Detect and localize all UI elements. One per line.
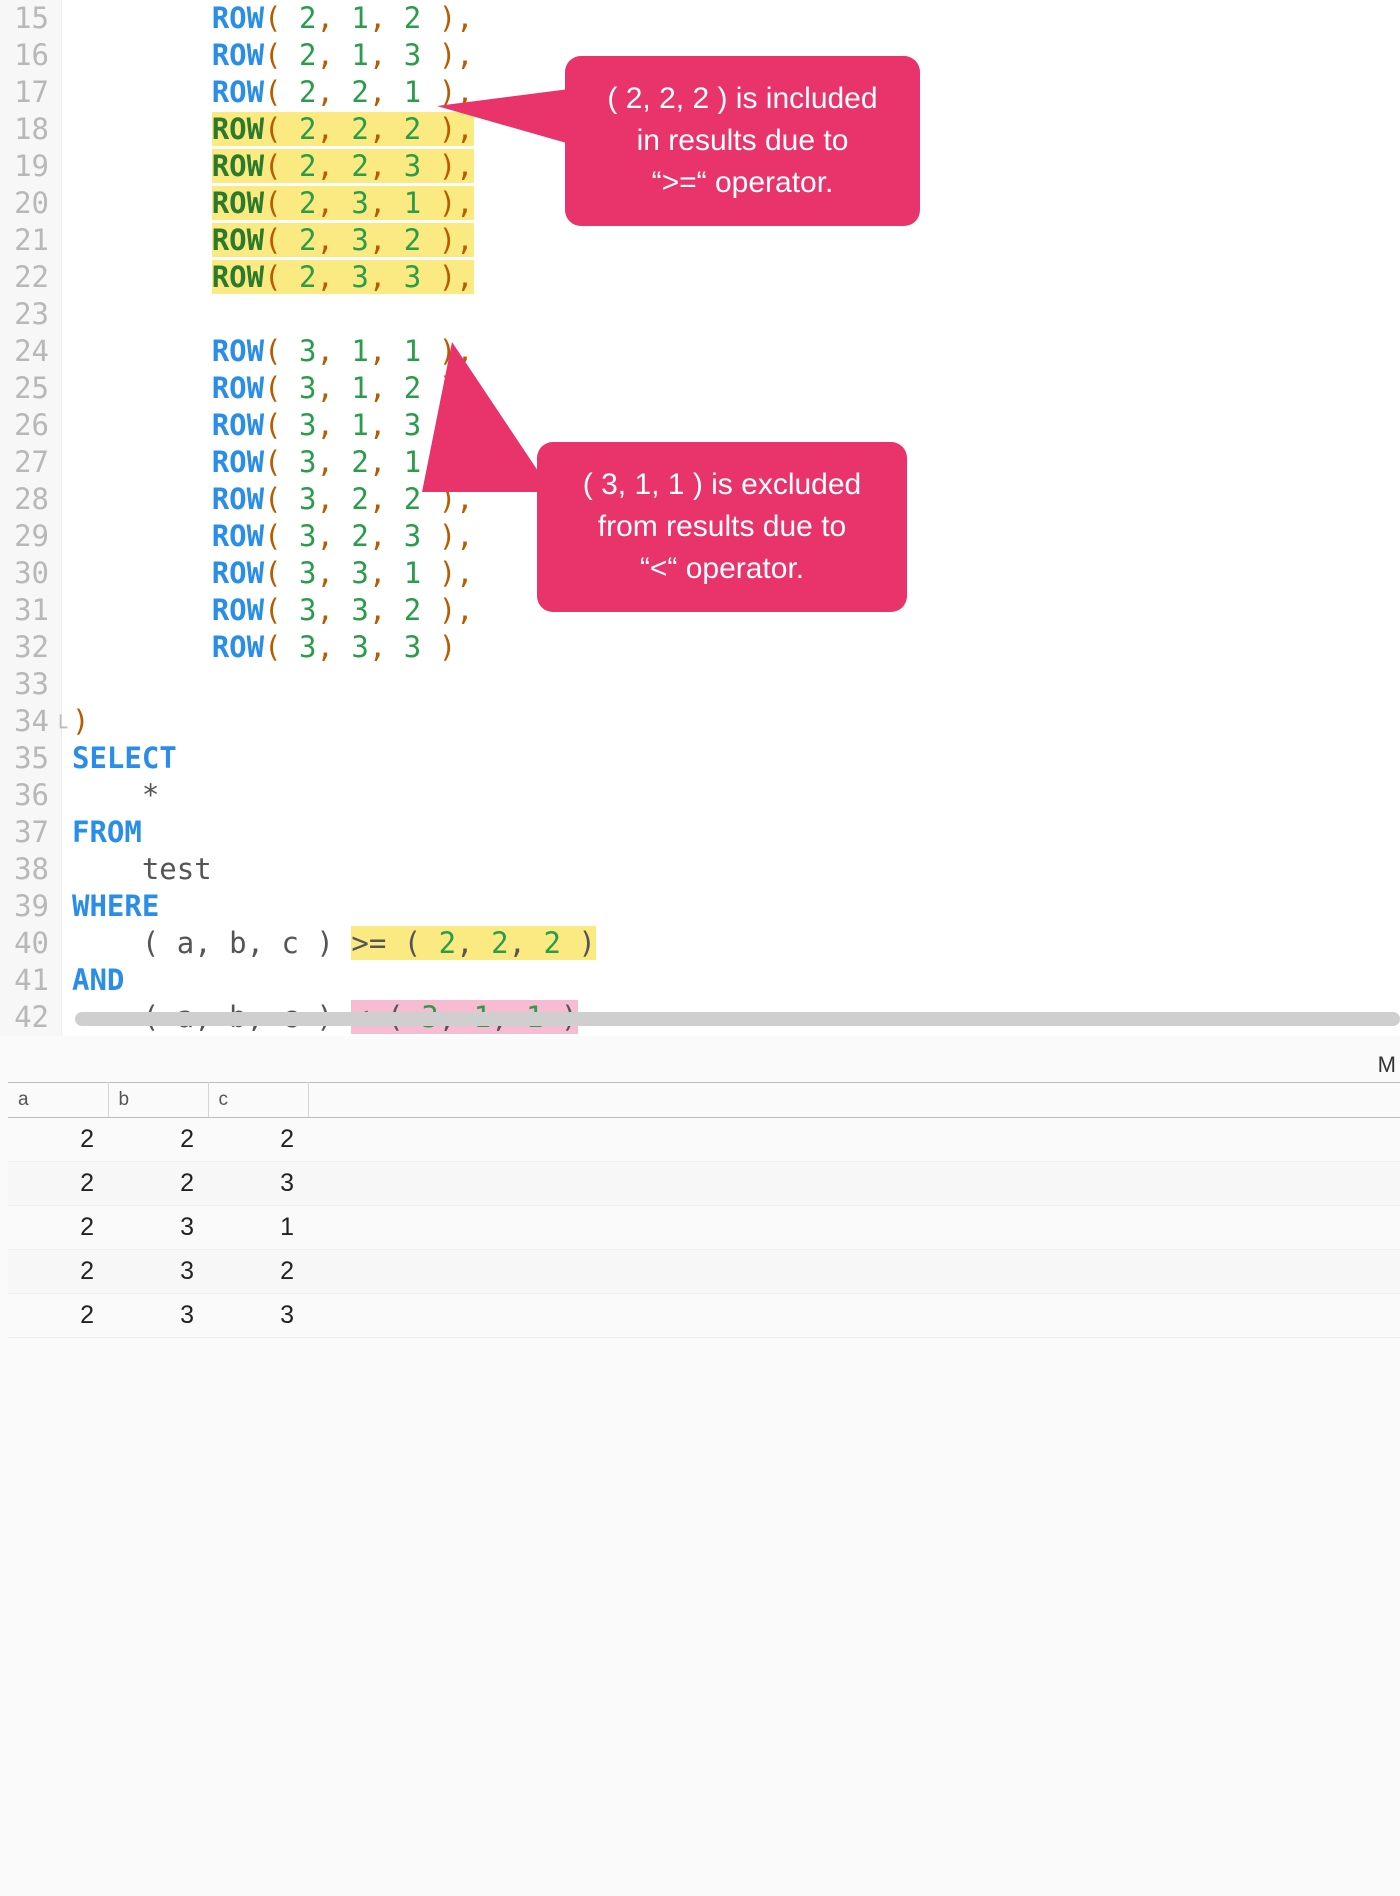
code-line[interactable]: ( a, b, c ) >= ( 2, 2, 2 )	[72, 925, 1400, 962]
code-line[interactable]: ROW( 2, 3, 2 ),	[72, 222, 1400, 259]
table-cell[interactable]: 2	[108, 1162, 208, 1206]
table-cell-spacer	[308, 1118, 1400, 1162]
line-number-gutter: 1516171819202122232425262728293031323334…	[0, 0, 62, 1036]
callout-text: in results due to	[637, 124, 849, 157]
results-table[interactable]: abc 222223231232233	[8, 1082, 1400, 1338]
line-number: 22	[0, 259, 49, 296]
line-number: 25	[0, 370, 49, 407]
line-number: 16	[0, 37, 49, 74]
line-number: 39	[0, 888, 49, 925]
code-line[interactable]	[72, 666, 1400, 703]
table-cell-spacer	[308, 1162, 1400, 1206]
code-line[interactable]: ROW( 2, 1, 2 ),	[72, 0, 1400, 37]
horizontal-scrollbar[interactable]	[75, 1012, 1400, 1026]
table-cell[interactable]: 2	[8, 1206, 108, 1250]
code-line[interactable]	[72, 296, 1400, 333]
line-number: 27	[0, 444, 49, 481]
table-row[interactable]: 223	[8, 1162, 1400, 1206]
table-cell[interactable]: 3	[108, 1250, 208, 1294]
callout-text: ( 2, 2, 2 ) is included	[607, 82, 877, 115]
line-number: 20	[0, 185, 49, 222]
code-line[interactable]: *	[72, 777, 1400, 814]
table-cell-spacer	[308, 1250, 1400, 1294]
line-number: 19	[0, 148, 49, 185]
callout-text: from results due to	[598, 510, 846, 543]
table-cell[interactable]: 3	[108, 1206, 208, 1250]
line-number: 31	[0, 592, 49, 629]
column-header[interactable]: a	[8, 1083, 108, 1118]
table-row[interactable]: 231	[8, 1206, 1400, 1250]
line-number: 36	[0, 777, 49, 814]
line-number: 28	[0, 481, 49, 518]
line-number: 26	[0, 407, 49, 444]
code-line[interactable]: test	[72, 851, 1400, 888]
callout-tail-icon	[422, 342, 552, 492]
column-header-spacer	[308, 1083, 1400, 1118]
callout-text: “<“ operator.	[640, 552, 804, 585]
panel-indicator: M	[1374, 1048, 1400, 1082]
line-number: 17	[0, 74, 49, 111]
table-cell[interactable]: 3	[108, 1294, 208, 1338]
callout-text: “>=“ operator.	[652, 166, 834, 199]
code-line[interactable]: ROW( 3, 1, 3 ),	[72, 407, 1400, 444]
code-line[interactable]: ROW( 3, 3, 3 )	[72, 629, 1400, 666]
callout-included: ( 2, 2, 2 ) is included in results due t…	[565, 56, 920, 226]
table-cell[interactable]: 3	[208, 1162, 308, 1206]
table-cell[interactable]: 2	[208, 1118, 308, 1162]
table-cell[interactable]: 2	[8, 1162, 108, 1206]
line-number: 34	[0, 703, 49, 740]
column-header[interactable]: b	[108, 1083, 208, 1118]
table-cell[interactable]: 1	[208, 1206, 308, 1250]
table-cell[interactable]: 2	[8, 1250, 108, 1294]
table-cell[interactable]: 2	[108, 1118, 208, 1162]
line-number: 38	[0, 851, 49, 888]
line-number: 15	[0, 0, 49, 37]
table-cell-spacer	[308, 1294, 1400, 1338]
code-line[interactable]: FROM	[72, 814, 1400, 851]
code-line[interactable]: WHERE	[72, 888, 1400, 925]
code-line[interactable]: AND	[72, 962, 1400, 999]
line-number: 37	[0, 814, 49, 851]
line-number: 42	[0, 999, 49, 1036]
callout-excluded: ( 3, 1, 1 ) is excluded from results due…	[537, 442, 907, 612]
table-row[interactable]: 222	[8, 1118, 1400, 1162]
table-cell[interactable]: 3	[208, 1294, 308, 1338]
table-cell-spacer	[308, 1206, 1400, 1250]
table-row[interactable]: 232	[8, 1250, 1400, 1294]
code-line[interactable]: ROW( 2, 3, 3 ),	[72, 259, 1400, 296]
line-number: 41	[0, 962, 49, 999]
table-cell[interactable]: 2	[208, 1250, 308, 1294]
line-number: 33	[0, 666, 49, 703]
code-line[interactable]: SELECT	[72, 740, 1400, 777]
line-number: 30	[0, 555, 49, 592]
callout-text: ( 3, 1, 1 ) is excluded	[583, 468, 861, 501]
line-number: 18	[0, 111, 49, 148]
line-number: 29	[0, 518, 49, 555]
line-number: 23	[0, 296, 49, 333]
line-number: 21	[0, 222, 49, 259]
line-number: 35	[0, 740, 49, 777]
table-cell[interactable]: 2	[8, 1294, 108, 1338]
line-number: 32	[0, 629, 49, 666]
fold-close-icon[interactable]: └	[54, 716, 67, 741]
table-cell[interactable]: 2	[8, 1118, 108, 1162]
table-row[interactable]: 233	[8, 1294, 1400, 1338]
column-header[interactable]: c	[208, 1083, 308, 1118]
callout-tail-icon	[437, 88, 577, 146]
code-line[interactable]: )	[72, 703, 1400, 740]
code-line[interactable]: ROW( 3, 1, 2 ),	[72, 370, 1400, 407]
code-line[interactable]: ROW( 3, 1, 1 ),	[72, 333, 1400, 370]
line-number: 24	[0, 333, 49, 370]
line-number: 40	[0, 925, 49, 962]
